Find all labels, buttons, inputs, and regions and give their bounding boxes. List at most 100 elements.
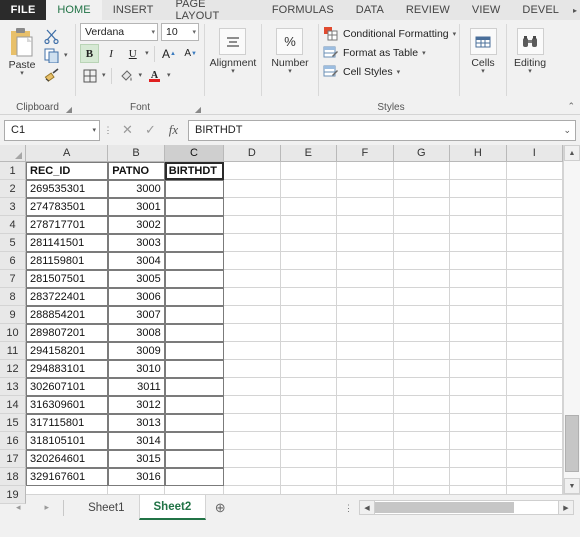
cell-F3[interactable] <box>337 198 394 216</box>
column-header-I[interactable]: I <box>506 145 563 162</box>
row-header-15[interactable]: 15 <box>0 414 26 432</box>
cell-G18[interactable] <box>393 468 451 486</box>
row-header-6[interactable]: 6 <box>0 252 26 270</box>
sheet-tab-sheet1[interactable]: Sheet1 <box>74 495 138 520</box>
cell-D4[interactable] <box>224 216 281 234</box>
horizontal-scrollbar[interactable]: ◀ ▶ <box>359 500 574 515</box>
add-sheet-button[interactable]: ⊕ <box>206 500 234 516</box>
cell-G19[interactable] <box>393 486 451 494</box>
cell-D5[interactable] <box>224 234 281 252</box>
cell-F15[interactable] <box>337 414 394 432</box>
tab-developer[interactable]: DEVEL <box>511 0 570 20</box>
row-header-8[interactable]: 8 <box>0 288 26 306</box>
conditional-formatting-button[interactable]: Conditional Formatting ▾ <box>323 24 459 43</box>
cell-A14[interactable]: 316309601 <box>26 396 109 414</box>
cell-H6[interactable] <box>450 252 507 270</box>
fill-color-button[interactable] <box>117 66 136 85</box>
tab-view[interactable]: VIEW <box>460 0 512 20</box>
row-header-3[interactable]: 3 <box>0 198 26 216</box>
cell-G7[interactable] <box>393 270 451 288</box>
cell-E12[interactable] <box>280 360 338 378</box>
cell-D12[interactable] <box>224 360 281 378</box>
editing-caret[interactable]: ▾ <box>528 68 532 75</box>
next-sheet-button[interactable]: ▸ <box>45 502 50 513</box>
scroll-right-button[interactable]: ▶ <box>558 500 574 515</box>
row-header-18[interactable]: 18 <box>0 468 26 486</box>
cell-C3[interactable] <box>164 198 225 216</box>
scroll-down-button[interactable]: ▼ <box>564 478 580 494</box>
row-header-9[interactable]: 9 <box>0 306 26 324</box>
cell-G4[interactable] <box>393 216 451 234</box>
cell-C15[interactable] <box>164 414 225 432</box>
cell-F4[interactable] <box>337 216 394 234</box>
cell-G13[interactable] <box>393 378 451 396</box>
cell-I19[interactable] <box>506 486 563 494</box>
formula-bar-handle[interactable]: ⋮ <box>100 126 116 135</box>
cell-A2[interactable]: 269535301 <box>26 180 109 198</box>
cell-B13[interactable]: 3011 <box>108 378 165 396</box>
decrease-font-size-button[interactable]: A ▼ <box>181 44 200 63</box>
cell-G6[interactable] <box>393 252 451 270</box>
cell-I3[interactable] <box>506 198 563 216</box>
cell-E19[interactable] <box>280 486 338 494</box>
cell-B10[interactable]: 3008 <box>108 324 165 342</box>
enter-formula-button[interactable]: ✓ <box>139 120 162 141</box>
fill-color-caret[interactable]: ▾ <box>139 72 143 79</box>
cell-B1[interactable]: PATNO <box>108 162 165 180</box>
cell-G5[interactable] <box>393 234 451 252</box>
row-header-10[interactable]: 10 <box>0 324 26 342</box>
tab-data[interactable]: DATA <box>344 0 395 20</box>
cell-G3[interactable] <box>393 198 451 216</box>
cell-E16[interactable] <box>280 432 338 450</box>
alignment-button[interactable]: Alignment ▾ <box>210 24 256 75</box>
cell-A6[interactable]: 281159801 <box>26 252 109 270</box>
font-name-caret[interactable]: ▾ <box>148 28 155 36</box>
cell-I9[interactable] <box>506 306 563 324</box>
cell-G9[interactable] <box>393 306 451 324</box>
cell-B19[interactable] <box>108 486 165 494</box>
cell-C17[interactable] <box>164 450 225 468</box>
cell-C5[interactable] <box>164 234 225 252</box>
expand-formula-bar-button[interactable]: ⌄ <box>559 125 571 136</box>
cell-A8[interactable]: 283722401 <box>26 288 109 306</box>
cell-I1[interactable] <box>506 162 563 180</box>
cell-I8[interactable] <box>506 288 563 306</box>
cell-F8[interactable] <box>337 288 394 306</box>
status-bar-handle[interactable]: ⋮ <box>344 503 359 512</box>
cell-I10[interactable] <box>506 324 563 342</box>
cell-C11[interactable] <box>164 342 225 360</box>
cell-E5[interactable] <box>280 234 338 252</box>
cell-H11[interactable] <box>450 342 507 360</box>
cell-F12[interactable] <box>337 360 394 378</box>
cell-F14[interactable] <box>337 396 394 414</box>
cell-A9[interactable]: 288854201 <box>26 306 109 324</box>
cell-E17[interactable] <box>280 450 338 468</box>
cell-C13[interactable] <box>164 378 225 396</box>
cell-A18[interactable]: 329167601 <box>26 468 109 486</box>
cell-B18[interactable]: 3016 <box>108 468 165 486</box>
cell-A15[interactable]: 317115801 <box>26 414 109 432</box>
cell-G11[interactable] <box>393 342 451 360</box>
cell-D14[interactable] <box>224 396 281 414</box>
column-header-A[interactable]: A <box>26 145 109 162</box>
cell-I18[interactable] <box>506 468 563 486</box>
number-button[interactable]: % Number ▾ <box>271 24 309 75</box>
cell-B8[interactable]: 3006 <box>108 288 165 306</box>
cell-F16[interactable] <box>337 432 394 450</box>
cell-F6[interactable] <box>337 252 394 270</box>
cell-I14[interactable] <box>506 396 563 414</box>
cell-C18[interactable] <box>164 468 225 486</box>
bold-button[interactable]: B <box>80 44 99 63</box>
horizontal-scroll-track[interactable] <box>375 500 558 515</box>
increase-font-size-button[interactable]: A ▲ <box>160 44 179 63</box>
cell-F1[interactable] <box>337 162 394 180</box>
cell-B3[interactable]: 3001 <box>108 198 165 216</box>
cell-G1[interactable] <box>393 162 451 180</box>
row-header-7[interactable]: 7 <box>0 270 26 288</box>
copy-dropdown-caret[interactable]: ▾ <box>60 52 68 59</box>
vertical-scroll-track[interactable] <box>564 161 580 478</box>
cell-styles-button[interactable]: Cell Styles ▾ <box>323 62 459 81</box>
cell-D10[interactable] <box>224 324 281 342</box>
cell-G14[interactable] <box>393 396 451 414</box>
cell-I4[interactable] <box>506 216 563 234</box>
